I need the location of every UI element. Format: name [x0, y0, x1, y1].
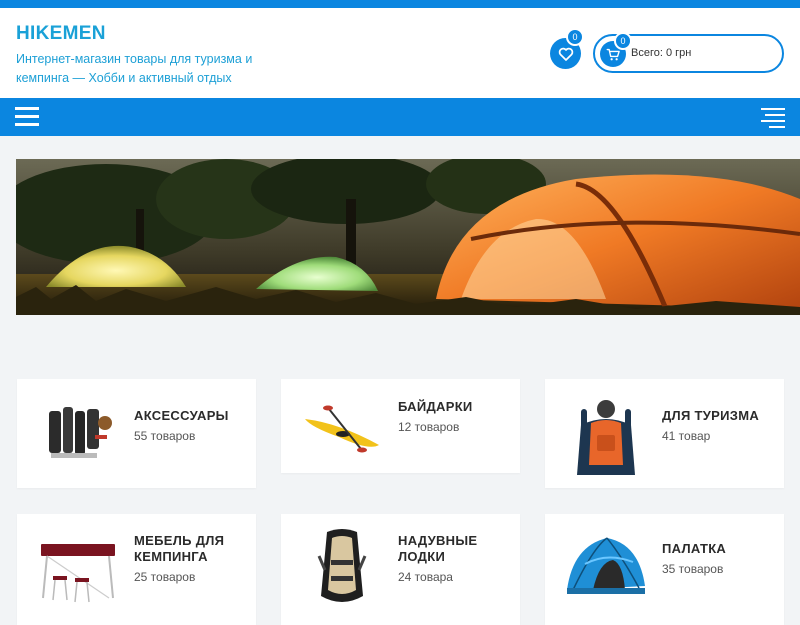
category-count: 55 товаров [134, 429, 196, 443]
category-info: ПАЛАТКА 35 товаров [662, 541, 772, 576]
category-card-inflatable-boats[interactable]: НАДУВНЫЕ ЛОДКИ 24 товара [281, 514, 520, 625]
category-image-inflatable-boats [299, 526, 385, 606]
wishlist-count-badge: 0 [566, 28, 584, 46]
category-count: 12 товаров [398, 420, 460, 434]
category-name[interactable]: НАДУВНЫЕ ЛОДКИ [398, 533, 508, 565]
cart-total: Всего: 0 грн [631, 47, 692, 59]
site-header: HIKEMEN Интернет-магазин товары для тури… [0, 8, 800, 98]
category-card-tent[interactable]: ПАЛАТКА 35 товаров [545, 514, 784, 625]
site-tagline: Интернет-магазин товары для туризма и ке… [16, 52, 253, 85]
category-count: 24 товара [398, 570, 453, 584]
category-card-camping-furniture[interactable]: МЕБЕЛЬ ДЛЯ КЕМПИНГА 25 товаров [17, 514, 256, 625]
top-accent-bar [0, 0, 800, 8]
banner-image [16, 159, 800, 315]
wishlist-button[interactable]: 0 [550, 28, 584, 69]
category-name[interactable]: МЕБЕЛЬ ДЛЯ КЕМПИНГА [134, 533, 244, 565]
category-card-tourism[interactable]: ДЛЯ ТУРИЗМА 41 товар [545, 379, 784, 488]
secondary-menu-icon[interactable] [761, 108, 785, 128]
category-card-accessories[interactable]: АКСЕССУАРЫ 55 товаров [17, 379, 256, 488]
category-name[interactable]: АКСЕССУАРЫ [134, 408, 244, 424]
category-count: 41 товар [662, 429, 711, 443]
category-info: НАДУВНЫЕ ЛОДКИ 24 товара [398, 533, 508, 584]
category-name[interactable]: ДЛЯ ТУРИЗМА [662, 408, 772, 424]
cart-count-badge: 0 [614, 32, 632, 50]
category-image-tent [563, 528, 649, 608]
category-card-kayaks[interactable]: БАЙДАРКИ 12 товаров [281, 379, 520, 473]
hamburger-menu-icon[interactable] [15, 107, 39, 127]
category-info: БАЙДАРКИ 12 товаров [398, 399, 508, 434]
category-image-camping-furniture [35, 536, 121, 616]
category-name[interactable]: ПАЛАТКА [662, 541, 772, 557]
category-image-accessories [35, 393, 121, 473]
site-title[interactable]: HIKEMEN [16, 23, 266, 45]
category-info: ДЛЯ ТУРИЗМА 41 товар [662, 408, 772, 443]
cart-button[interactable]: 0 Всего: 0 грн [593, 32, 784, 73]
hero-banner [16, 159, 800, 315]
category-image-tourism [563, 395, 649, 475]
category-name[interactable]: БАЙДАРКИ [398, 399, 508, 415]
category-count: 25 товаров [134, 570, 196, 584]
category-count: 35 товаров [662, 562, 724, 576]
heart-icon [558, 47, 573, 61]
site-branding: HIKEMEN Интернет-магазин товары для тури… [16, 23, 266, 88]
category-info: МЕБЕЛЬ ДЛЯ КЕМПИНГА 25 товаров [134, 533, 244, 584]
main-navbar [0, 98, 800, 136]
category-info: АКСЕССУАРЫ 55 товаров [134, 408, 244, 443]
category-image-kayaks [299, 387, 385, 467]
